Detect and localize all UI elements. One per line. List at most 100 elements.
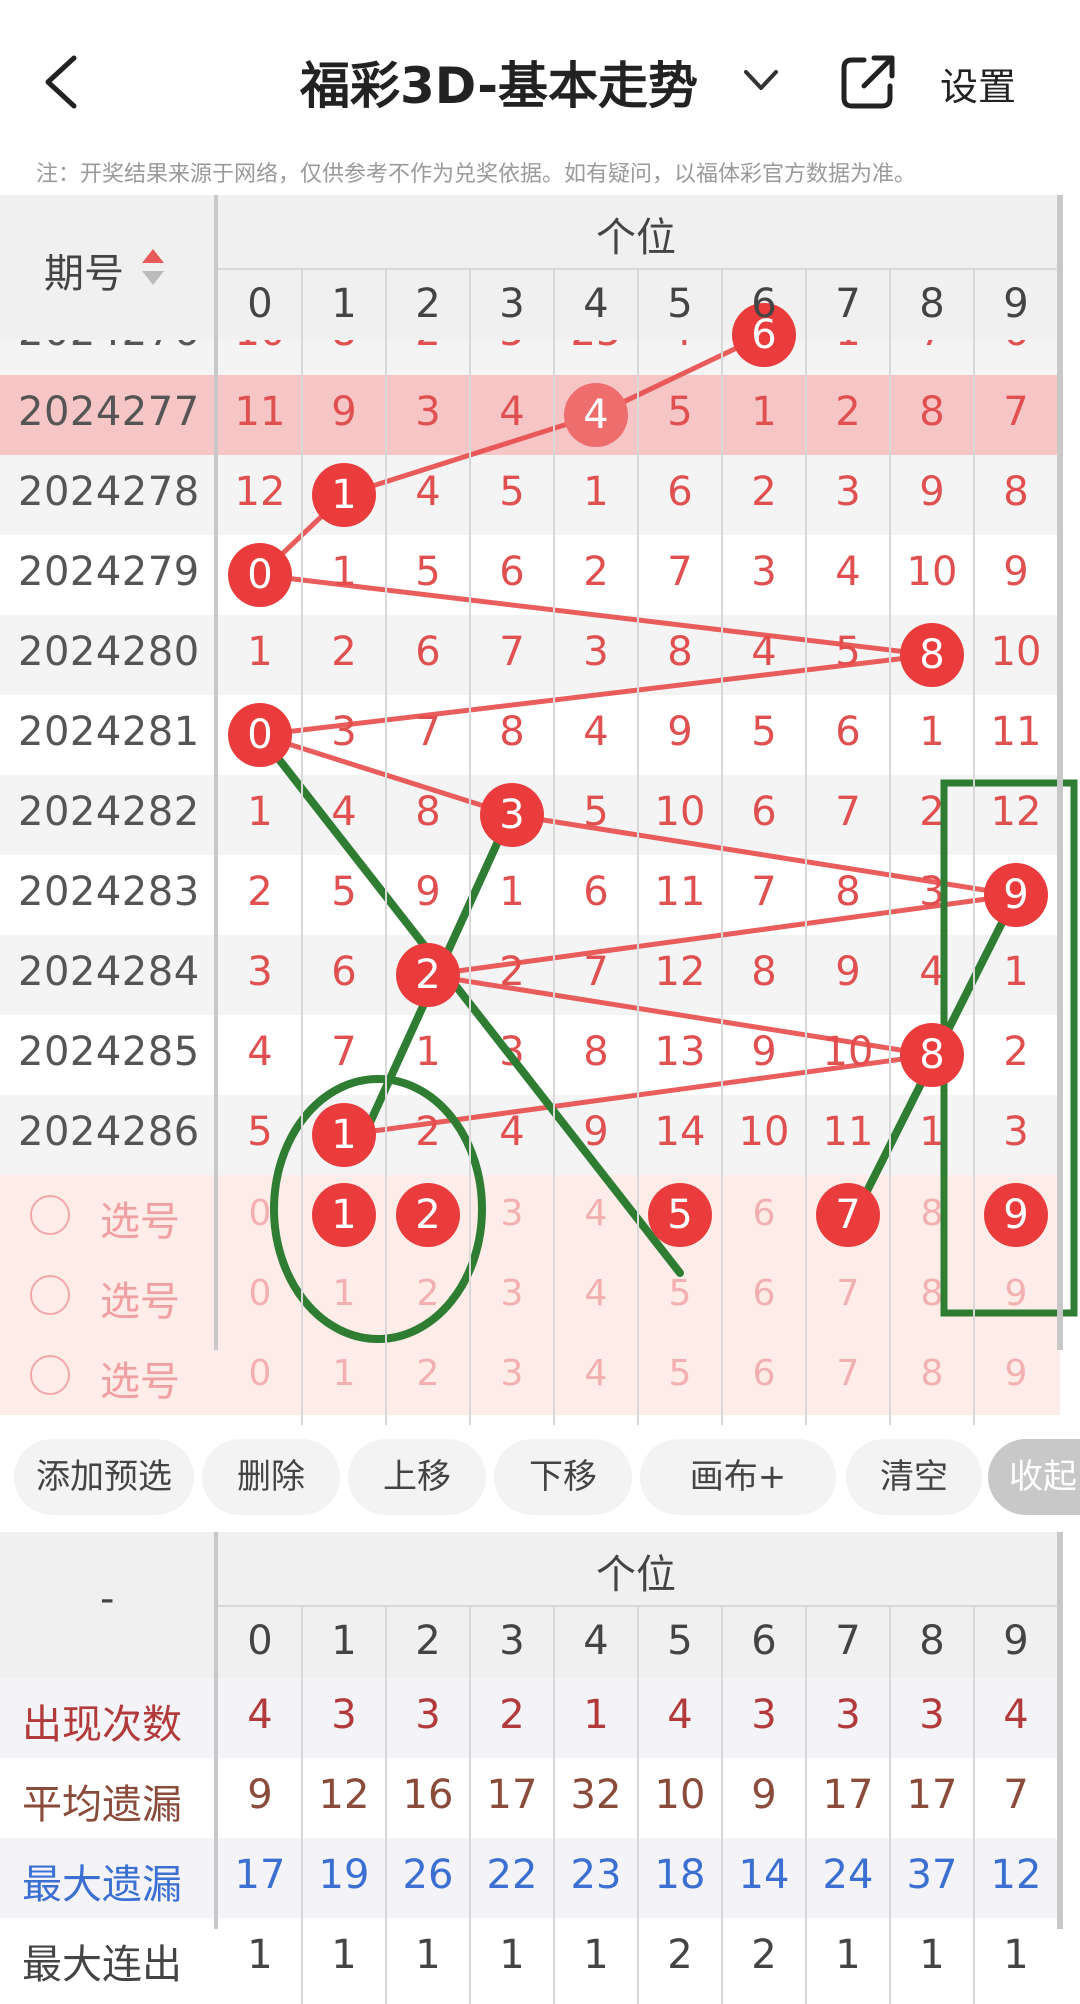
toolbar-button[interactable]: 画布+ — [640, 1439, 836, 1515]
pick-digit[interactable]: 3 — [470, 1193, 554, 1234]
omission-value: 11 — [654, 869, 706, 915]
omission-value: 6 — [835, 709, 861, 755]
selected-ball[interactable]: 1 — [312, 1183, 376, 1247]
stat-value: 3 — [751, 1692, 777, 1738]
toolbar-button[interactable]: 清空 — [846, 1439, 982, 1515]
pick-digit[interactable]: 5 — [638, 1353, 722, 1394]
pick-digit[interactable]: 0 — [218, 1273, 302, 1314]
digit-header: 1 — [331, 1618, 357, 1664]
pick-digit[interactable]: 7 — [806, 1353, 890, 1394]
pick-digit[interactable]: 4 — [554, 1353, 638, 1394]
pick-label[interactable]: 选号 — [100, 1269, 180, 1327]
pick-digit[interactable]: 4 — [554, 1273, 638, 1314]
pick-digit[interactable]: 1 — [302, 1273, 386, 1314]
pick-digit[interactable]: 6 — [722, 1193, 806, 1234]
omission-value: 1 — [247, 629, 273, 675]
omission-value: 8 — [835, 869, 861, 915]
stat-value: 1 — [1003, 1932, 1029, 1978]
pick-digit[interactable]: 9 — [974, 1353, 1058, 1394]
omission-value: 9 — [751, 1029, 777, 1075]
stat-value: 1 — [583, 1692, 609, 1738]
digit-header: 4 — [583, 1618, 609, 1664]
pick-digit[interactable]: 5 — [638, 1273, 722, 1314]
toolbar-button[interactable]: 删除 — [202, 1439, 340, 1515]
omission-value: 4 — [499, 389, 525, 435]
stat-value: 17 — [234, 1852, 286, 1898]
pick-digit[interactable]: 0 — [218, 1193, 302, 1234]
chevron-down-icon[interactable] — [738, 60, 784, 100]
stat-value: 2 — [499, 1692, 525, 1738]
omission-value: 5 — [835, 629, 861, 675]
pick-digit[interactable]: 0 — [218, 1353, 302, 1394]
stat-value: 1 — [415, 1932, 441, 1978]
pick-digit[interactable]: 3 — [470, 1273, 554, 1314]
page-title[interactable]: 福彩3D-基本走势 — [300, 46, 698, 118]
digit-header: 7 — [835, 281, 861, 327]
pick-digit[interactable]: 6 — [722, 1353, 806, 1394]
omission-value: 10 — [906, 549, 958, 595]
selected-ball[interactable]: 5 — [648, 1183, 712, 1247]
pick-radio[interactable] — [30, 1275, 70, 1315]
column-divider — [1057, 195, 1063, 1350]
stat-value: 37 — [906, 1852, 958, 1898]
toolbar-button[interactable]: 添加预选 — [14, 1439, 194, 1515]
digit-header: 2 — [415, 1618, 441, 1664]
omission-value: 8 — [667, 629, 693, 675]
stat-label: 最大遗漏 — [22, 1862, 182, 1908]
hit-ball: 9 — [984, 863, 1048, 927]
pick-digit[interactable]: 4 — [554, 1193, 638, 1234]
omission-value: 3 — [751, 549, 777, 595]
pick-digit[interactable]: 8 — [890, 1193, 974, 1234]
selected-ball[interactable]: 2 — [396, 1183, 460, 1247]
issue-header[interactable]: 期号 — [44, 241, 124, 299]
toolbar-button[interactable]: 收起 — [988, 1439, 1080, 1515]
share-button[interactable] — [838, 52, 898, 112]
selected-ball[interactable]: 7 — [816, 1183, 880, 1247]
toolbar-button[interactable]: 上移 — [348, 1439, 486, 1515]
pick-label[interactable]: 选号 — [100, 1189, 180, 1247]
omission-value: 4 — [835, 549, 861, 595]
stat-value: 1 — [331, 1932, 357, 1978]
share-icon — [841, 55, 895, 109]
pick-digit[interactable]: 7 — [806, 1273, 890, 1314]
omission-value: 1 — [415, 1029, 441, 1075]
pick-digit[interactable]: 8 — [890, 1353, 974, 1394]
toolbar-button[interactable]: 下移 — [494, 1439, 632, 1515]
stat-value: 17 — [486, 1772, 538, 1818]
omission-value: 5 — [247, 1109, 273, 1155]
column-divider — [553, 270, 555, 1425]
pick-label[interactable]: 选号 — [100, 1349, 180, 1407]
pick-radio[interactable] — [30, 1195, 70, 1235]
omission-value: 9 — [415, 869, 441, 915]
pick-radio[interactable] — [30, 1355, 70, 1395]
omission-value: 11 — [990, 709, 1042, 755]
settings-button[interactable]: 设置 — [940, 56, 1016, 111]
trend-grid[interactable]: 期号个位012345678920242761082525461762024277… — [0, 195, 1080, 1425]
pick-digit[interactable]: 2 — [386, 1273, 470, 1314]
pick-digit[interactable]: 8 — [890, 1273, 974, 1314]
back-button[interactable] — [30, 40, 100, 120]
omission-value: 7 — [1003, 389, 1029, 435]
stat-value: 17 — [906, 1772, 958, 1818]
omission-value: 1 — [751, 389, 777, 435]
stat-value: 1 — [835, 1932, 861, 1978]
omission-value: 2 — [331, 629, 357, 675]
pick-digit[interactable]: 1 — [302, 1353, 386, 1394]
pick-digit[interactable]: 3 — [470, 1353, 554, 1394]
selected-ball[interactable]: 9 — [984, 1183, 1048, 1247]
stat-value: 3 — [919, 1692, 945, 1738]
omission-value: 9 — [667, 709, 693, 755]
issue-number: 2024281 — [18, 709, 200, 755]
stat-value: 23 — [570, 1852, 622, 1898]
hit-ball: 0 — [228, 703, 292, 767]
omission-value: 4 — [415, 469, 441, 515]
hit-ball: 2 — [396, 943, 460, 1007]
pick-digit[interactable]: 2 — [386, 1353, 470, 1394]
statistics-table: - 个位 0 1 2 3 4 5 6 7 8 9 出现次数 4 3 3 2 1 4 3 3 3 4 平均遗漏 9 12 16 17 32… — [0, 1532, 1080, 2004]
sort-icon[interactable] — [140, 247, 166, 291]
stat-value: 9 — [751, 1772, 777, 1818]
omission-value: 10 — [822, 1029, 874, 1075]
pick-digit[interactable]: 9 — [974, 1273, 1058, 1314]
omission-value: 9 — [919, 469, 945, 515]
pick-digit[interactable]: 6 — [722, 1273, 806, 1314]
